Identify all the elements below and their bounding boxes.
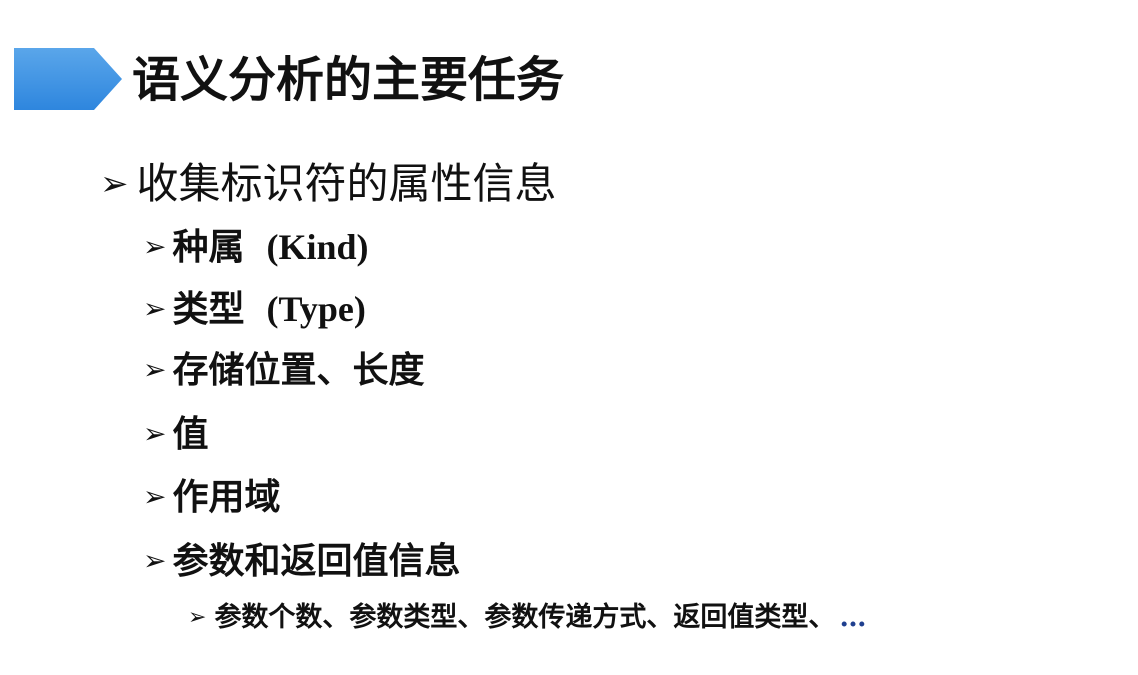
- ellipsis: …: [839, 602, 867, 633]
- arrow-bullet-icon: ➢: [143, 292, 167, 325]
- bullet-text-cn: 参数和返回值信息: [172, 540, 461, 582]
- arrow-bullet-icon: ➢: [143, 353, 167, 386]
- bullet-text-cn: 存储位置、长度: [172, 349, 425, 391]
- bullet-text-en: (Kind): [266, 227, 369, 267]
- arrow-bullet-icon: ➢: [100, 164, 129, 204]
- bullet-kind: ➢ 种属 (Kind): [143, 223, 369, 271]
- bullet-collect-attributes: ➢ 收集标识符的属性信息: [100, 156, 557, 212]
- arrow-bullet-icon: ➢: [143, 480, 167, 513]
- bullet-storage: ➢ 存储位置、长度: [143, 346, 424, 394]
- title-arrow-banner: [14, 48, 122, 110]
- bullet-scope: ➢ 作用域: [143, 473, 280, 521]
- bullet-text: 参数个数、参数类型、参数传递方式、返回值类型、: [214, 602, 836, 633]
- bullet-text-cn: 类型: [172, 288, 245, 330]
- bullet-value: ➢ 值: [143, 410, 208, 458]
- bullet-text-cn: 种属: [172, 226, 245, 268]
- bullet-params-detail: ➢ 参数个数、参数类型、参数传递方式、返回值类型、 …: [188, 598, 866, 638]
- bullet-text-en: (Type): [266, 289, 366, 329]
- bullet-text-cn: 值: [172, 413, 209, 455]
- bullet-text-cn: 作用域: [172, 476, 281, 518]
- arrow-bullet-icon: ➢: [188, 605, 207, 630]
- arrow-bullet-icon: ➢: [143, 417, 167, 450]
- arrow-bullet-icon: ➢: [143, 230, 167, 263]
- bullet-text: 收集标识符的属性信息: [136, 159, 557, 208]
- arrow-bullet-icon: ➢: [143, 544, 167, 577]
- bullet-params-return: ➢ 参数和返回值信息: [143, 537, 460, 585]
- slide-title: 语义分析的主要任务: [132, 52, 565, 108]
- bullet-type: ➢ 类型 (Type): [143, 285, 366, 333]
